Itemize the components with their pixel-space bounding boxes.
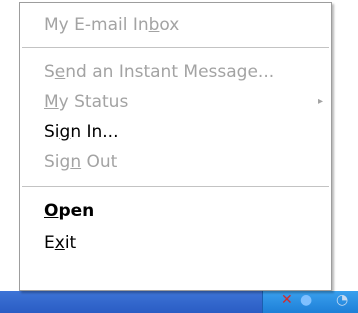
accelerator-key: x [54, 233, 65, 253]
menu-item-sign-out[interactable]: Sign Out [20, 147, 331, 177]
menu-item-sign-in[interactable]: Sign In... [20, 117, 331, 147]
menu-item-send-instant-message[interactable]: Send an Instant Message... [20, 57, 331, 87]
menu-separator [22, 47, 329, 48]
accelerator-key: O [44, 201, 59, 221]
menu-item-label: pen [58, 201, 95, 221]
menu-item-open[interactable]: Open [20, 196, 331, 226]
menu-item-label: it [64, 233, 77, 253]
context-menu: My E-mail Inbox Send an Instant Message.… [19, 2, 332, 291]
clock-icon: ◔ [336, 292, 349, 308]
accelerator-key: g [59, 122, 71, 142]
menu-item-label: Si [44, 122, 60, 142]
accelerator-key: b [148, 15, 160, 35]
accelerator-key: M [44, 92, 59, 112]
menu-separator [22, 186, 329, 187]
menu-item-label: y Status [58, 92, 129, 112]
menu-item-label: nd an Instant Message... [65, 62, 275, 82]
accelerator-key: e [54, 62, 66, 82]
menu-item-label: E [44, 233, 55, 253]
menu-item-label: Sig [44, 152, 71, 172]
menu-item-label: Out [81, 152, 118, 172]
accelerator-key: n [70, 152, 82, 172]
network-error-icon[interactable]: ✕ [281, 292, 293, 308]
menu-item-my-email-inbox[interactable]: My E-mail Inbox [20, 10, 331, 40]
menu-item-my-status[interactable]: My Status ▸ [20, 87, 331, 117]
menu-item-label: My E-mail In [44, 15, 149, 35]
menu-item-label: ox [159, 15, 180, 35]
menu-item-label: S [44, 62, 55, 82]
menu-item-label: n In... [70, 122, 119, 142]
submenu-arrow-icon: ▸ [317, 96, 323, 107]
menu-item-exit[interactable]: Exit [20, 228, 331, 258]
messenger-icon[interactable]: ● [300, 292, 312, 308]
